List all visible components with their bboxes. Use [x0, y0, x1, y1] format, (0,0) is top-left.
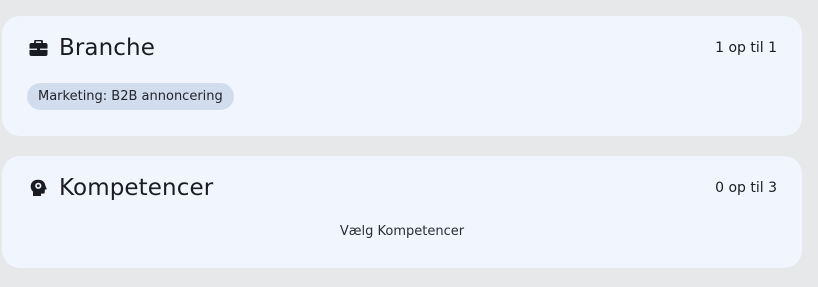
branche-card: Branche 1 op til 1 Marketing: B2B annonc…	[2, 16, 802, 136]
branche-chip[interactable]: Marketing: B2B annoncering	[27, 83, 234, 110]
branche-title-wrap: Branche	[28, 35, 155, 61]
branche-header: Branche 1 op til 1	[28, 32, 777, 64]
kompetencer-header: Kompetencer 0 op til 3	[28, 172, 777, 204]
branche-title: Branche	[59, 35, 155, 61]
briefcase-icon	[28, 38, 48, 58]
head-gear-icon	[28, 178, 48, 198]
select-kompetencer-button[interactable]: Vælg Kompetencer	[2, 224, 802, 239]
kompetencer-title: Kompetencer	[59, 175, 214, 201]
kompetencer-title-wrap: Kompetencer	[28, 175, 213, 201]
branche-count: 1 op til 1	[715, 40, 777, 56]
kompetencer-count: 0 op til 3	[715, 180, 777, 196]
kompetencer-card: Kompetencer 0 op til 3 Vælg Kompetencer	[2, 156, 802, 268]
